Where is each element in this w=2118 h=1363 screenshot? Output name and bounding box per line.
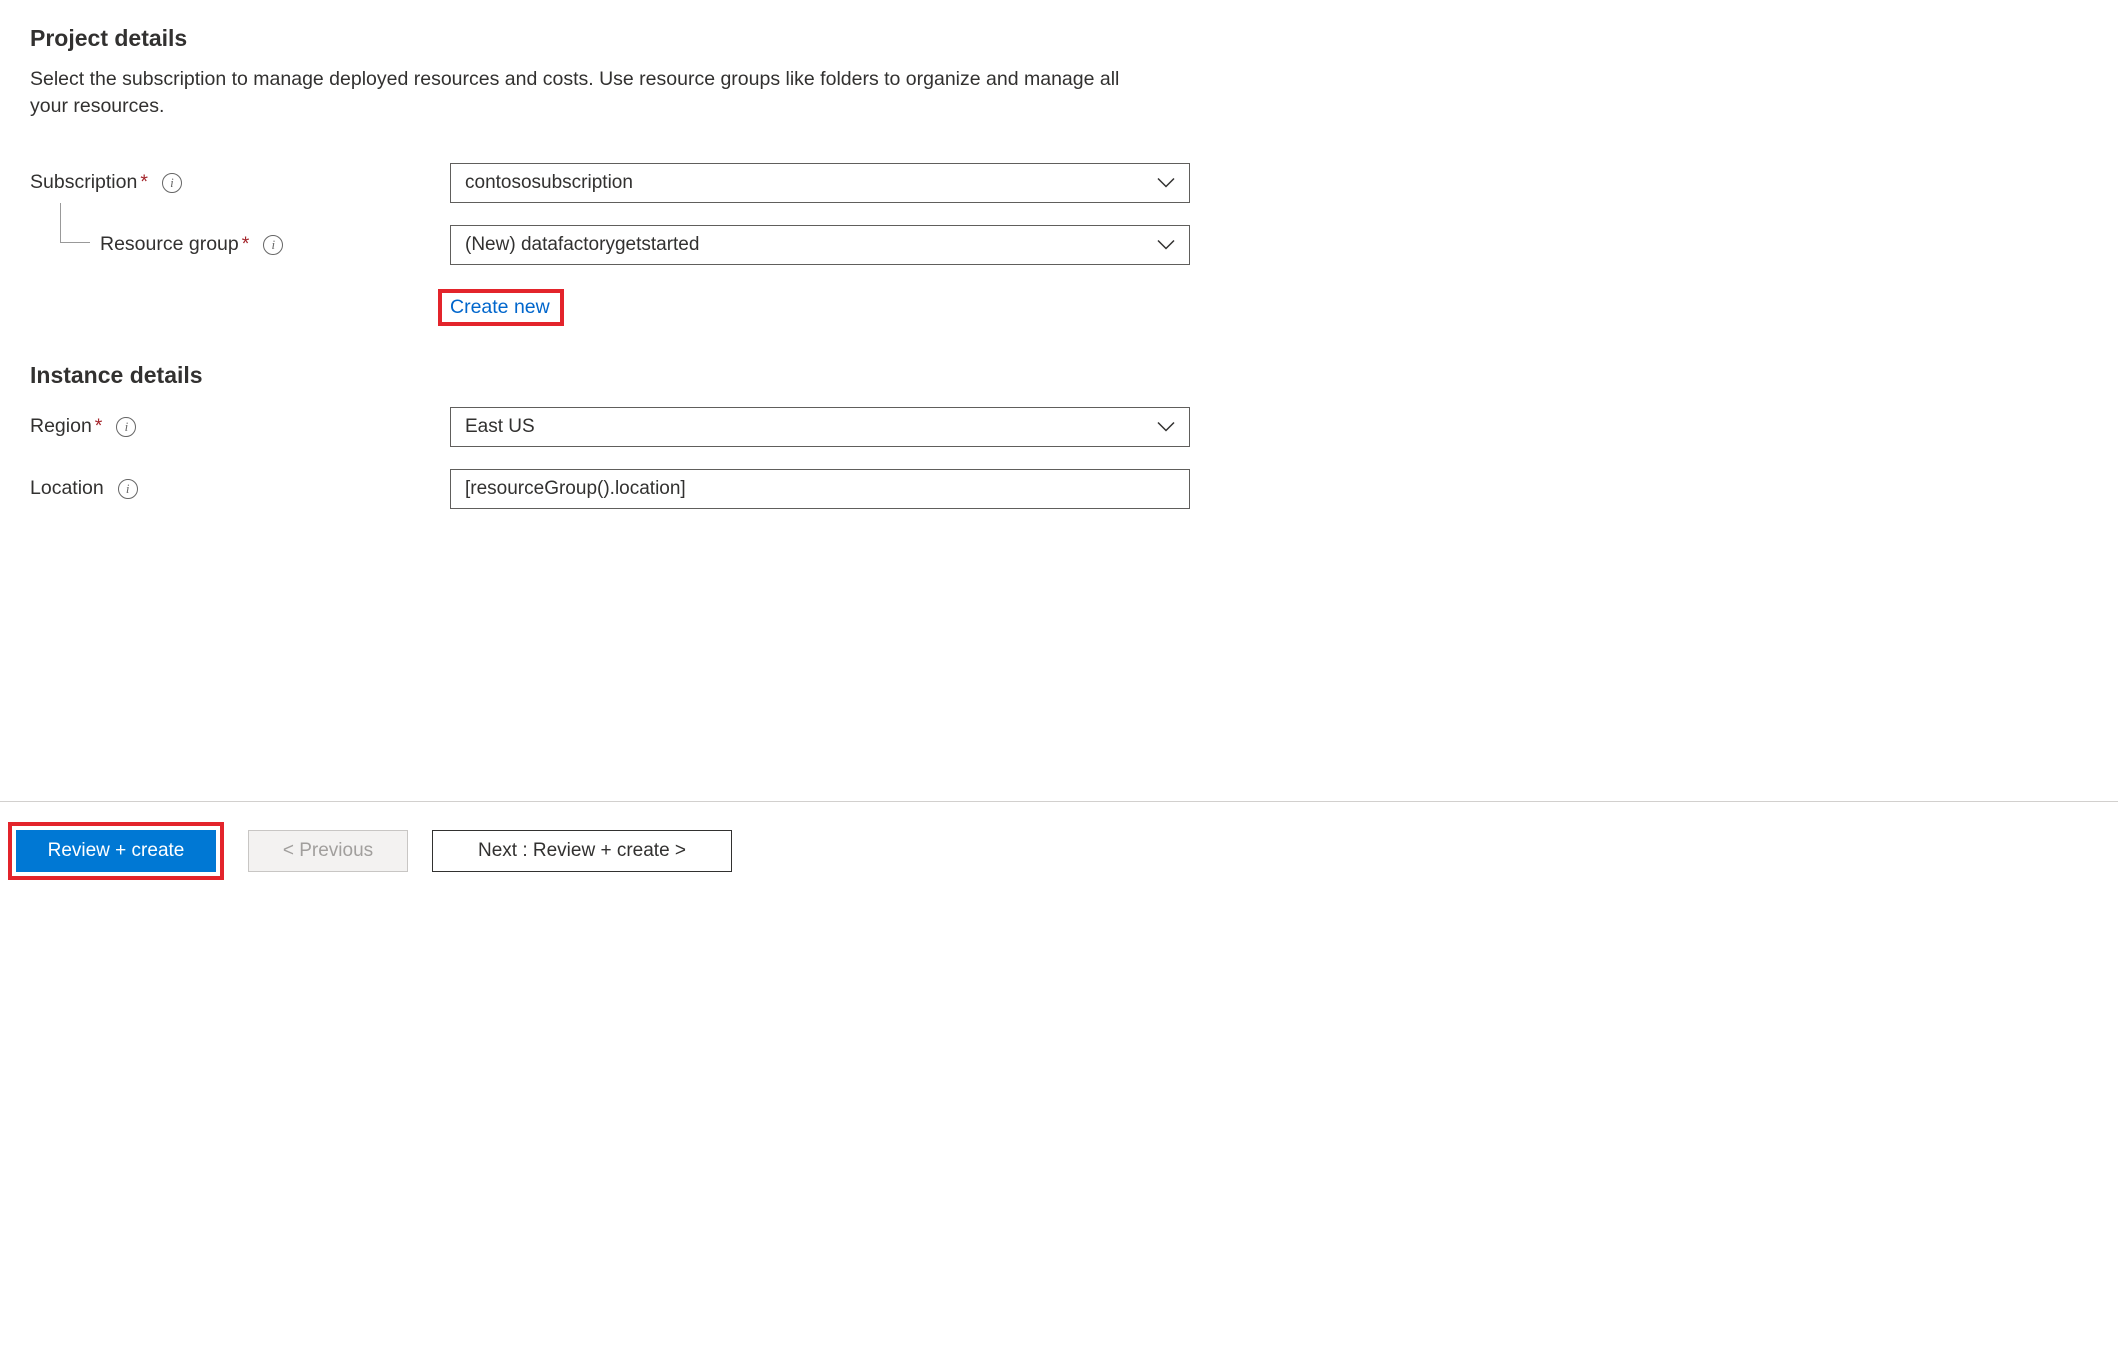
resource-group-label-col: Resource group * i <box>30 233 450 256</box>
location-input[interactable] <box>450 469 1190 509</box>
subscription-select[interactable]: contososubscription <box>450 163 1190 203</box>
info-icon[interactable]: i <box>118 479 138 499</box>
instance-details-section: Instance details Region * i East US Loca… <box>30 362 2088 509</box>
region-row: Region * i East US <box>30 407 2088 447</box>
required-asterisk: * <box>140 171 148 194</box>
region-field-col: East US <box>450 407 1190 447</box>
subscription-row: Subscription * i contososubscription <box>30 163 2088 203</box>
tree-connector-icon <box>60 203 90 243</box>
project-details-heading: Project details <box>30 25 2088 52</box>
region-label-col: Region * i <box>30 415 450 438</box>
location-label-col: Location i <box>30 477 450 500</box>
resource-group-select[interactable]: (New) datafactorygetstarted <box>450 225 1190 265</box>
required-asterisk: * <box>95 415 103 438</box>
previous-button[interactable]: < Previous <box>248 830 408 872</box>
location-row: Location i <box>30 469 2088 509</box>
create-new-highlight: Create new <box>438 289 564 326</box>
footer-bar: Review + create < Previous Next : Review… <box>0 801 2118 900</box>
region-label: Region <box>30 415 92 438</box>
region-value: East US <box>465 416 535 438</box>
location-label: Location <box>30 477 104 500</box>
chevron-down-icon <box>1157 421 1175 432</box>
chevron-down-icon <box>1157 177 1175 188</box>
resource-group-value: (New) datafactorygetstarted <box>465 234 699 256</box>
subscription-field-col: contososubscription <box>450 163 1190 203</box>
info-icon[interactable]: i <box>162 173 182 193</box>
resource-group-row: Resource group * i (New) datafactorygets… <box>30 225 2088 265</box>
review-create-button[interactable]: Review + create <box>16 830 216 872</box>
subscription-label: Subscription <box>30 171 137 194</box>
create-new-link[interactable]: Create new <box>450 296 550 319</box>
review-create-highlight: Review + create <box>8 822 224 880</box>
next-button[interactable]: Next : Review + create > <box>432 830 732 872</box>
required-asterisk: * <box>242 233 250 256</box>
chevron-down-icon <box>1157 239 1175 250</box>
info-icon[interactable]: i <box>116 417 136 437</box>
instance-details-heading: Instance details <box>30 362 2088 389</box>
subscription-value: contososubscription <box>465 172 633 194</box>
info-icon[interactable]: i <box>263 235 283 255</box>
subscription-label-col: Subscription * i <box>30 171 450 194</box>
resource-group-label: Resource group <box>100 233 239 256</box>
location-field-col <box>450 469 1190 509</box>
create-new-wrap: Create new <box>450 287 2088 326</box>
resource-group-field-col: (New) datafactorygetstarted <box>450 225 1190 265</box>
region-select[interactable]: East US <box>450 407 1190 447</box>
project-details-description: Select the subscription to manage deploy… <box>30 66 1130 121</box>
